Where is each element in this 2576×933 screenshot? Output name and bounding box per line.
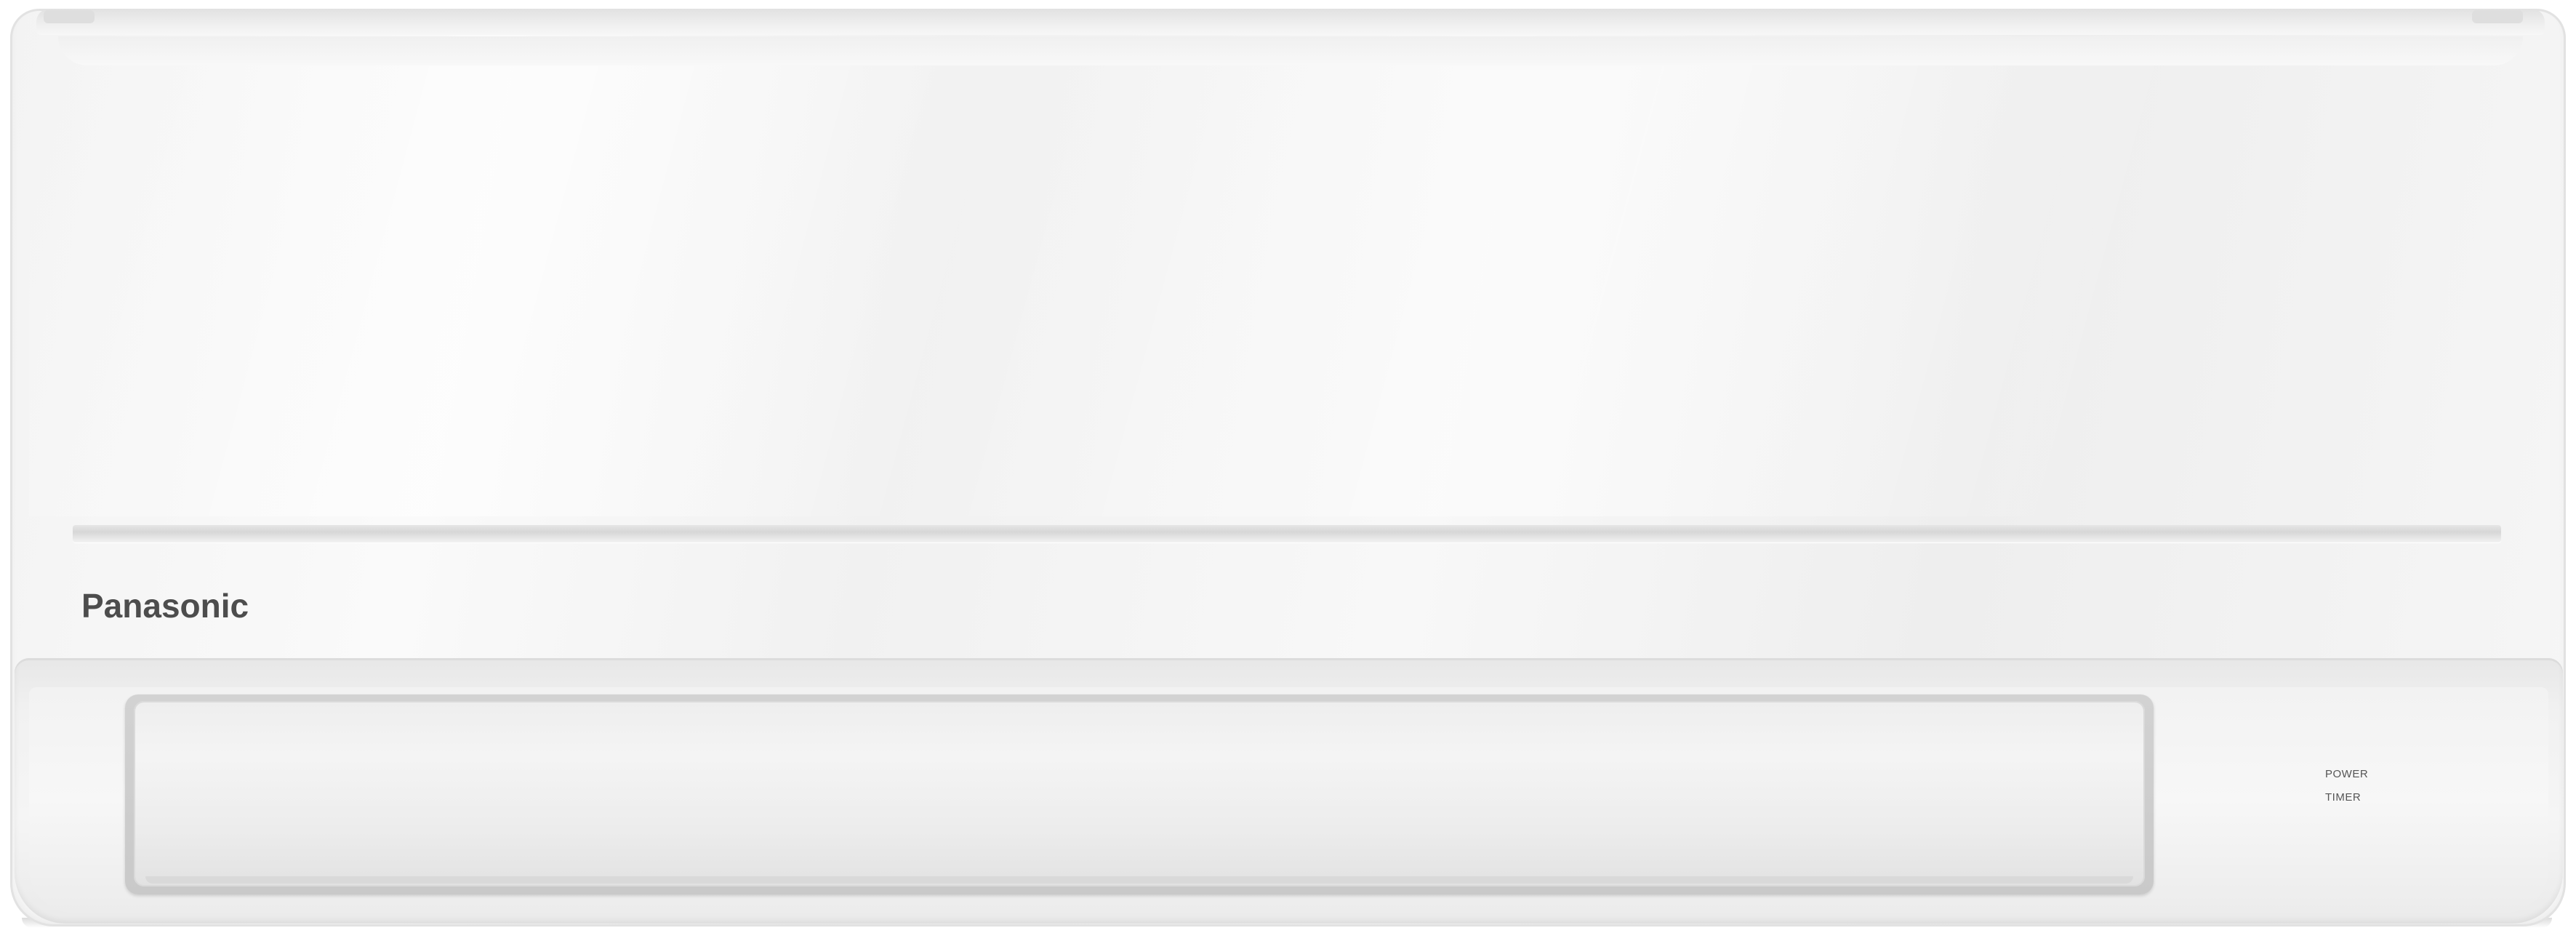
power-indicator-label: POWER: [2325, 768, 2369, 780]
product-photo: Panasonic POWER TIMER: [0, 0, 2576, 933]
top-intake-lip: [36, 9, 2545, 35]
louver-bottom-edge: [145, 876, 2133, 884]
decorative-accent-line: [73, 525, 2501, 542]
timer-indicator-label: TIMER: [2325, 791, 2362, 804]
brand-logo: Panasonic: [81, 587, 249, 625]
right-corner-tab: [2472, 10, 2523, 23]
air-louver-flap: [134, 701, 2145, 886]
left-corner-tab: [44, 10, 95, 23]
top-edge-highlight: [58, 36, 2523, 65]
front-panel: [29, 65, 2545, 516]
